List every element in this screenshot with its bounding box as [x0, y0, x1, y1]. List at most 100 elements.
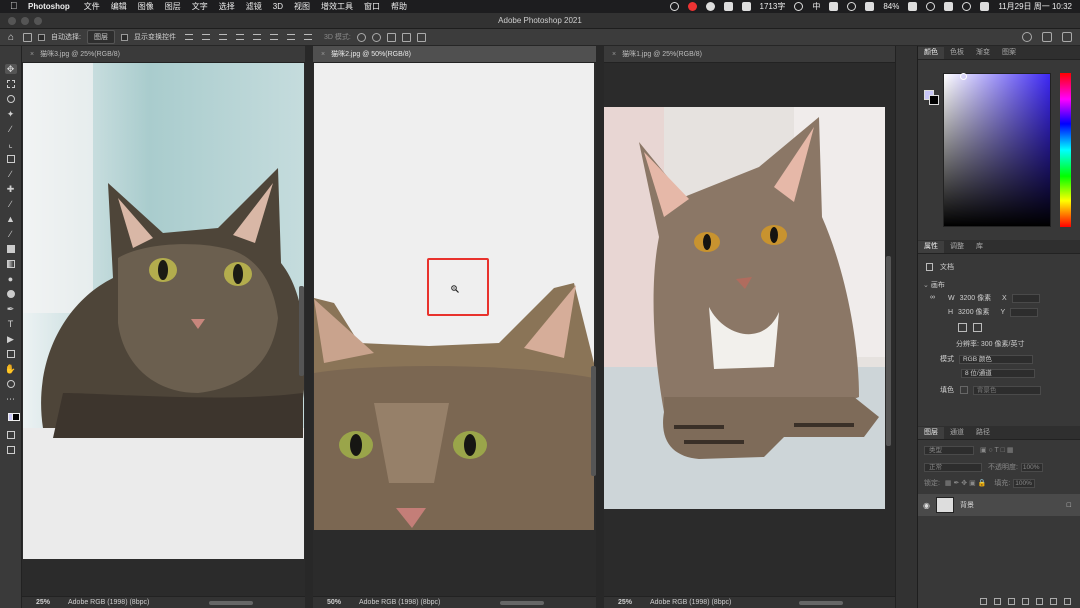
wechat-icon[interactable] — [705, 2, 715, 11]
layer-row-background[interactable]: ◉ 背景 □ — [918, 494, 1080, 516]
spotlight-search-icon[interactable] — [962, 2, 972, 11]
tab-paths[interactable]: 路径 — [970, 427, 996, 439]
menu-type[interactable]: 文字 — [192, 1, 208, 12]
zoom-level[interactable]: 50% — [313, 599, 355, 606]
adjustment-layer-icon[interactable] — [1022, 597, 1029, 605]
portrait-icon[interactable] — [958, 323, 967, 332]
blur-tool-icon[interactable]: ● — [5, 274, 17, 284]
blend-mode-dropdown[interactable]: 正常 — [924, 462, 982, 472]
horizontal-scrollbar[interactable] — [209, 601, 253, 605]
bluetooth-icon[interactable] — [847, 2, 857, 11]
y-field[interactable] — [1010, 307, 1038, 317]
workspace-icon[interactable] — [1042, 32, 1052, 42]
menu-view[interactable]: 视图 — [294, 1, 310, 12]
align-top-icon[interactable] — [235, 34, 244, 40]
mode-dropdown[interactable]: RGB 颜色 — [958, 354, 1033, 364]
color-swatches[interactable] — [5, 409, 20, 425]
group-icon[interactable] — [1036, 597, 1043, 605]
align-left-icon[interactable] — [184, 34, 193, 40]
pen-tool-icon[interactable]: ✒ — [5, 304, 17, 314]
add-mask-icon[interactable] — [1008, 597, 1015, 605]
crop-tool-icon[interactable]: ⌞ — [5, 139, 17, 149]
3d-slide-icon[interactable] — [401, 32, 411, 42]
3d-rotate-icon[interactable] — [356, 32, 366, 42]
more-tools-icon[interactable]: ⋯ — [5, 394, 17, 404]
control-center-icon[interactable] — [944, 2, 954, 11]
auto-select-checkbox[interactable] — [38, 33, 45, 41]
distribute-icon[interactable] — [286, 34, 295, 40]
tab-gradients[interactable]: 渐变 — [970, 47, 996, 59]
menu-layer[interactable]: 图层 — [165, 1, 181, 12]
width-value[interactable]: 3200 像素 — [960, 295, 992, 302]
tab-color[interactable]: 颜色 — [918, 47, 944, 59]
tab-properties[interactable]: 属性 — [918, 241, 944, 253]
fx-icon[interactable] — [994, 597, 1001, 605]
input-method-indicator[interactable]: 中 — [812, 1, 820, 12]
align-bottom-icon[interactable] — [269, 34, 278, 40]
keyboard-icon[interactable] — [829, 2, 839, 11]
weibo-icon[interactable] — [687, 2, 697, 11]
hand-tool-icon[interactable]: ✋ — [5, 364, 17, 374]
clone-stamp-tool-icon[interactable]: ▲ — [5, 214, 17, 224]
link-icon[interactable]: ∞ — [930, 294, 935, 301]
3d-scale-icon[interactable] — [416, 32, 426, 42]
close-tab-icon[interactable]: × — [321, 51, 325, 58]
bit-depth-dropdown[interactable]: 8 位/通道 — [961, 369, 1035, 378]
magic-wand-tool-icon[interactable]: ✦ — [5, 109, 17, 119]
tab-layers[interactable]: 图层 — [918, 427, 944, 439]
hue-slider[interactable] — [1060, 73, 1071, 227]
menu-3d[interactable]: 3D — [273, 2, 283, 11]
rectangle-tool-icon[interactable] — [5, 349, 17, 359]
eyedropper-tool-icon[interactable]: ∕ — [5, 169, 17, 179]
vertical-scrollbar[interactable] — [591, 366, 596, 476]
layer-kind-filter[interactable]: 类型 — [924, 446, 974, 455]
tab-adjustments[interactable]: 调整 — [944, 241, 970, 253]
lock-icon[interactable]: □ — [1067, 502, 1071, 509]
zoom-level[interactable]: 25% — [22, 599, 64, 606]
screen-mode-icon[interactable] — [5, 445, 17, 455]
menu-window[interactable]: 窗口 — [364, 1, 380, 12]
quick-mask-icon[interactable] — [5, 430, 17, 440]
color-profile[interactable]: Adobe RGB (1998) (8bpc) — [650, 599, 731, 606]
dodge-tool-icon[interactable] — [5, 289, 17, 299]
vertical-scrollbar[interactable] — [299, 286, 304, 376]
home-icon[interactable]: ⌂ — [8, 32, 17, 42]
3d-roll-icon[interactable] — [371, 32, 381, 42]
height-value[interactable]: 3200 像素 — [958, 309, 990, 316]
fill-field[interactable]: 100% — [1013, 478, 1036, 488]
filter-icons[interactable]: ▣ ○ T □ ▦ — [980, 447, 1014, 454]
doc-tab-cat2[interactable]: × 猫咪2.jpg @ 50%(RGB/8) — [313, 46, 596, 63]
healing-brush-tool-icon[interactable]: ✚ — [5, 184, 17, 194]
frame-tool-icon[interactable] — [5, 154, 17, 164]
more-options-icon[interactable] — [303, 34, 312, 40]
x-field[interactable] — [1011, 293, 1040, 303]
path-select-tool-icon[interactable]: ▶ — [5, 334, 17, 344]
menu-edit[interactable]: 编辑 — [111, 1, 127, 12]
move-tool-icon[interactable]: ✥ — [4, 64, 17, 74]
landscape-icon[interactable] — [972, 323, 982, 332]
minimize-window-button[interactable] — [21, 17, 29, 25]
color-field[interactable] — [943, 73, 1051, 227]
menu-plugins[interactable]: 增效工具 — [321, 1, 353, 12]
marquee-tool-icon[interactable] — [5, 79, 17, 89]
doc-tab-cat1[interactable]: × 猫咪1.jpg @ 25%(RGB/8) — [604, 46, 895, 63]
tab-channels[interactable]: 通道 — [944, 427, 970, 439]
background-color-swatch[interactable] — [11, 413, 20, 421]
eye-icon[interactable]: ◉ — [923, 501, 931, 510]
siri-icon[interactable] — [980, 2, 990, 11]
link-layers-icon[interactable] — [980, 597, 987, 605]
clock-icon[interactable] — [794, 2, 804, 11]
apple-icon[interactable]:  — [10, 1, 20, 12]
lock-icons[interactable]: ▦ ✒ ✥ ▣ 🔒 — [945, 480, 986, 487]
type-tool-icon[interactable]: T — [5, 319, 17, 329]
menu-image[interactable]: 图像 — [138, 1, 154, 12]
menubar-datetime[interactable]: 11月29日 周一 10:32 — [998, 1, 1072, 12]
3d-pan-icon[interactable] — [386, 32, 396, 42]
menu-filter[interactable]: 滤镜 — [246, 1, 262, 12]
share-icon[interactable] — [1062, 32, 1072, 42]
gradient-tool-icon[interactable] — [5, 259, 17, 269]
move-tool-preset-icon[interactable] — [23, 32, 32, 42]
history-brush-tool-icon[interactable]: ∕ — [5, 229, 17, 239]
color-field-cursor[interactable] — [960, 73, 967, 80]
search-icon[interactable] — [1022, 32, 1032, 42]
